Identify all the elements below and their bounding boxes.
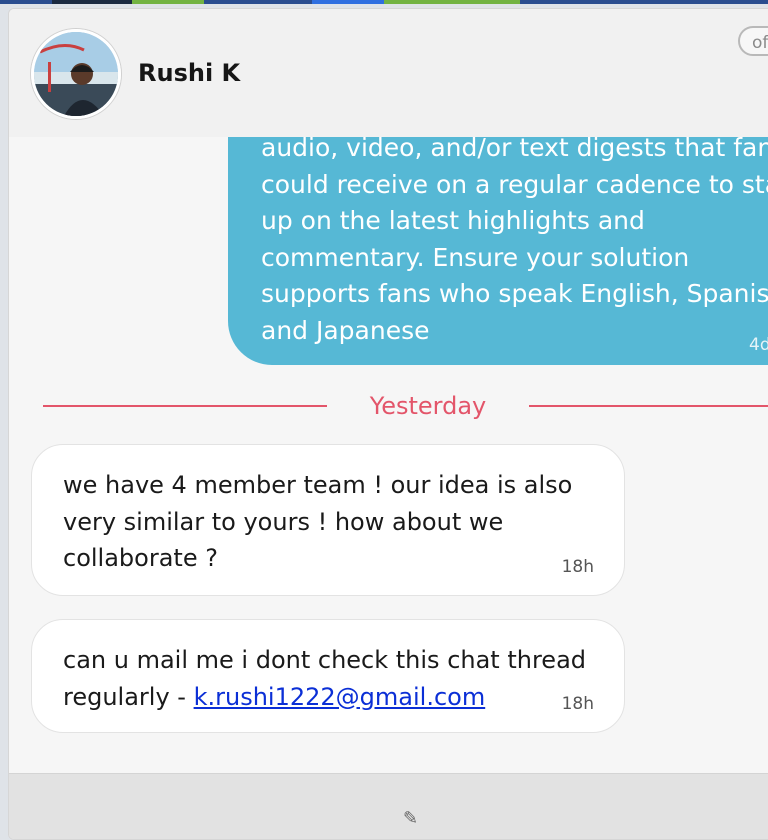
incoming-message-bubble: we have 4 member team ! our idea is also… [31, 444, 625, 596]
message-line: regularly - k.rushi1222@gmail.com [63, 679, 594, 716]
composer-bar: ✎ [9, 773, 768, 839]
incoming-message-bubble: can u mail me i dont check this chat thr… [31, 619, 625, 733]
outgoing-message-bubble: audio, video, and/or text digests that f… [228, 99, 768, 365]
message-line: supports fans who speak English, Spanish… [261, 279, 768, 308]
message-timestamp: 18h [561, 694, 594, 714]
tab-strip-segment [52, 0, 132, 4]
tab-strip-segment [312, 0, 384, 4]
email-link[interactable]: k.rushi1222@gmail.com [194, 683, 486, 711]
tab-strip-segment [132, 0, 204, 4]
message-line: very similar to yours ! how about we [63, 507, 504, 536]
message-line: commentary. Ensure your solution [261, 242, 690, 272]
avatar[interactable] [31, 29, 121, 119]
message-text: regularly - [63, 682, 194, 711]
compose-icon[interactable]: ✎ [403, 808, 418, 829]
date-divider-label: Yesterday [327, 389, 529, 423]
chat-header: Rushi K of [9, 9, 768, 137]
tab-strip-segment [384, 0, 520, 4]
message-line: we have 4 member team ! our idea is also [63, 471, 573, 499]
profile-photo-icon [34, 32, 118, 116]
browser-tab-strip [0, 0, 768, 4]
chat-panel: audio, video, and/or text digests that f… [8, 8, 768, 840]
message-line: up on the latest highlights and [261, 206, 645, 235]
message-line: can u mail me i dont check this chat thr… [63, 646, 587, 674]
message-line: and Japanese [261, 315, 430, 345]
message-timestamp: 4d [749, 335, 768, 355]
message-line: could receive on a regular cadence to st… [261, 169, 768, 199]
message-line: collaborate ? [63, 544, 218, 572]
contact-name: Rushi K [138, 59, 241, 87]
message-timestamp: 18h [561, 557, 594, 577]
status-badge: of [738, 26, 768, 56]
